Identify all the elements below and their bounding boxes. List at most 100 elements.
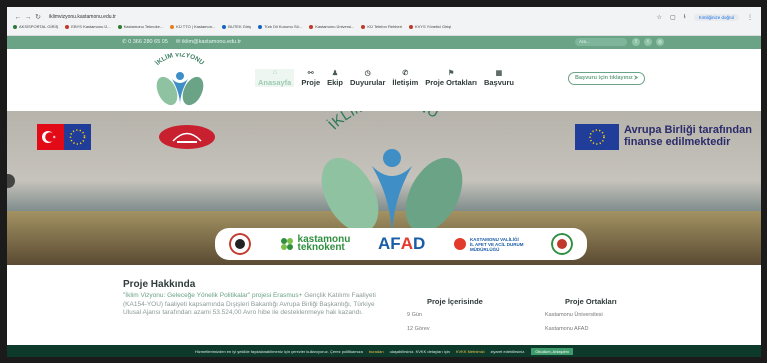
cookie-text-middle: ulaşabilirsiniz. KVKK detayları için [389, 348, 450, 354]
site-logo[interactable]: İKLİM VİZYONU [140, 50, 220, 109]
nav-item-label: İletişim [392, 78, 419, 87]
instagram-icon[interactable]: ◎ [656, 38, 664, 46]
top-contact-bar: ✆ 0 366 280 65 05 ✉ iklim@kastamonu.edu.… [7, 36, 761, 49]
eu-text-line2: finanse edilmektedir [624, 136, 731, 148]
back-icon[interactable]: ← [13, 14, 23, 21]
partners-title: Proje Ortakları [565, 297, 617, 306]
afad-logo: AFAD [378, 234, 426, 253]
cookie-accept-button[interactable]: Okudum, Anlaşılmı [531, 347, 573, 355]
nav-item-label: Başvuru [483, 78, 514, 87]
partner-item: Kastamonu Üniversitesi [545, 312, 603, 318]
search-input[interactable]: Ara... [575, 38, 627, 46]
bookmark-item[interactable]: AKSİSPORTAL GİRİŞ [13, 24, 58, 29]
bookmark-favicon-icon [65, 24, 70, 29]
nav-item-duyurular[interactable]: ◷ Duyurular [350, 69, 385, 87]
stat-item: 9 Gün [407, 312, 422, 318]
cookie-policy-link[interactable]: buradan [369, 349, 384, 354]
nav-item-label: Anasayfa [258, 78, 292, 87]
section-text: "İklim Vizyonu: Geleceğe Yönelik Politik… [123, 292, 385, 318]
eu-funding-text: Avrupa Birliği tarafından finanse edilme… [624, 124, 752, 148]
email-text: iklim@kastamonu.edu.tr [182, 39, 242, 45]
browser-chrome: ← → ↻ iklimvizyonu.kastamonu.edu.tr ☆ ▢ … [7, 7, 761, 36]
nav-item-label: Proje Ortakları [425, 78, 477, 87]
calendar-icon: ▦ [495, 70, 503, 77]
bookmark-icon: ⚑ [447, 70, 455, 77]
bookmark-item[interactable]: EBYS Kastamonu Ü... [65, 24, 111, 29]
bookmark-label: AKSİSPORTAL GİRİŞ [19, 24, 59, 29]
nav-item-i̇letişim[interactable]: ✆ İletişim [392, 69, 418, 87]
nav-item-label: Proje [301, 78, 321, 87]
menu-icon[interactable]: ⋮ [747, 14, 753, 21]
bookmark-item[interactable]: KÜ Telefon Rehberi [361, 24, 402, 29]
home-icon: ⌂ [272, 69, 277, 76]
section-text-highlight: "İklim Vizyonu: Geleceğe Yönelik Politik… [123, 292, 303, 299]
browser-window: ← → ↻ iklimvizyonu.kastamonu.edu.tr ☆ ▢ … [7, 7, 761, 357]
star-icon[interactable]: ☆ [657, 14, 662, 21]
bookmark-favicon-icon [309, 24, 314, 29]
main-navbar: İKLİM VİZYONU ⌂ Anasayfa ⚯ Proje ♟ Ekip ◷ Duyur… [7, 49, 761, 111]
download-icon[interactable]: ⭳ [684, 12, 686, 22]
main-menu: ⌂ Anasayfa ⚯ Proje ♟ Ekip ◷ Duyurular ✆ İletişim ⚑… [255, 69, 514, 87]
bookmark-item[interactable]: BUTEK Giriş [222, 24, 251, 29]
bookmark-favicon-icon [117, 24, 122, 29]
nav-item-label: Ekip [327, 78, 343, 87]
section-title: Proje Hakkında [123, 279, 196, 290]
bookmark-label: BUTEK Giriş [228, 24, 251, 29]
bookmark-favicon-icon [222, 24, 227, 29]
reload-icon[interactable]: ↻ [33, 13, 43, 21]
partner-logos-bar: kastamonu teknokent AFAD KASTAMONU VALİL… [215, 228, 587, 260]
email-contact[interactable]: ✉ iklim@kastamonu.edu.tr [176, 39, 241, 45]
bookmark-favicon-icon [361, 24, 366, 29]
bookmark-label: KÜ TTO | Kastamon... [176, 24, 216, 29]
hero-title: İKLİM VİZYONU [324, 111, 441, 133]
bookmark-favicon-icon [257, 24, 262, 29]
browser-actions: ☆ ▢ ⭳ Kimliğinize doğrul ⋮ [657, 12, 753, 22]
bookmark-item[interactable]: Türk Dil Kurumu Sö... [257, 24, 303, 29]
phone-text: 0 366 280 65 05 [128, 39, 168, 45]
valilik-line2: İL AFET VE ACİL DURUM [469, 241, 524, 247]
eu-text-line1: Avrupa Birliği tarafından [624, 124, 752, 136]
kastamonu-university-seal [228, 233, 251, 255]
nav-item-proje[interactable]: ⚯ Proje [301, 69, 320, 87]
eu-flag-icon [575, 124, 619, 150]
stat-item: 12 Görev [407, 326, 430, 332]
nav-item-ekip[interactable]: ♟ Ekip [327, 69, 343, 87]
phone-icon: ✆ [402, 70, 409, 77]
svg-text:İKLİM VİZYONU: İKLİM VİZYONU [154, 53, 206, 67]
bookmark-item[interactable]: KVYS Yönetici Girişi [408, 24, 451, 29]
teknokent-logo: kastamonu teknokent [279, 235, 350, 253]
valilik-icon [453, 238, 466, 250]
social-links: f t ◎ [632, 38, 664, 46]
bookmark-item[interactable]: Kastamonu Teknoke... [117, 24, 163, 29]
nav-item-proje-ortakları[interactable]: ⚑ Proje Ortakları [425, 69, 477, 87]
project-stats: Proje İçerisinde 9 Gün 12 Görev [407, 297, 527, 340]
profile-button[interactable]: Kimliğinize doğrul [693, 13, 739, 21]
partner-item: Kastamonu AFAD [545, 326, 589, 332]
nav-item-label: Duyurular [349, 78, 386, 87]
bookmark-favicon-icon [170, 24, 175, 29]
bookmark-label: EBYS Kastamonu Ü... [71, 24, 111, 29]
bookmark-item[interactable]: Kastamonu Üniversi... [309, 24, 354, 29]
extensions-icon[interactable]: ▢ [670, 14, 676, 21]
svg-text:İKLİM VİZYONU: İKLİM VİZYONU [324, 111, 441, 133]
forward-icon[interactable]: → [23, 14, 33, 21]
facebook-icon[interactable]: f [632, 38, 640, 46]
kvkk-link[interactable]: KVKK Metnimizi [456, 349, 485, 354]
nav-item-anasayfa[interactable]: ⌂ Anasayfa [255, 69, 295, 87]
bookmark-label: Kastamonu Üniversi... [315, 24, 355, 29]
twitter-icon[interactable]: t [644, 38, 652, 46]
contact-info: ✆ 0 366 280 65 05 ✉ iklim@kastamonu.edu.… [122, 39, 241, 45]
nav-item-başvuru[interactable]: ▦ Başvuru [484, 69, 514, 87]
phone-contact[interactable]: ✆ 0 366 280 65 05 [122, 39, 168, 45]
project-partners: Proje Ortakları Kastamonu Üniversitesi K… [545, 297, 675, 340]
cookie-banner: Hizmetlerimizden en iyi şekilde faydalan… [7, 345, 761, 357]
sitemap-icon: ⚯ [307, 70, 314, 77]
valilik-logo: KASTAMONU VALİLİĞİ İL AFET VE ACİL DURUM… [453, 237, 524, 252]
bookmark-label: Türk Dil Kurumu Sö... [263, 24, 303, 29]
bookmark-favicon-icon [13, 24, 17, 29]
apply-button[interactable]: Başvuru için tıklayınız ⮞ [568, 72, 646, 85]
url-field[interactable]: iklimvizyonu.kastamonu.edu.tr [49, 14, 116, 20]
address-bar: ← → ↻ iklimvizyonu.kastamonu.edu.tr ☆ ▢ … [13, 11, 753, 23]
bookmark-favicon-icon [408, 24, 413, 29]
bookmark-item[interactable]: KÜ TTO | Kastamon... [170, 24, 215, 29]
